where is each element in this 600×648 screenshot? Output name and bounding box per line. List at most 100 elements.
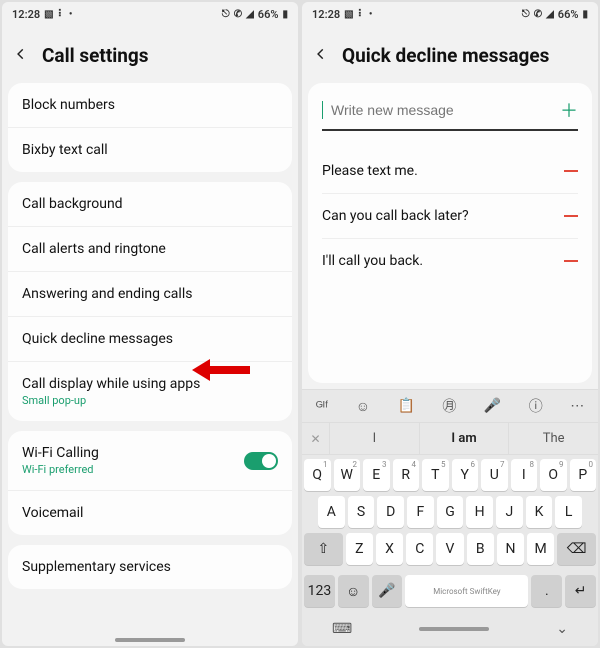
keyboard-bottom-bar: ⌨ ⌄ <box>302 616 598 646</box>
delete-message-icon[interactable] <box>564 170 578 172</box>
phone-quick-decline: 12:28 ▧ ⠇ • ⎋ ✆ ◢ 66% ▮ Quick decline me… <box>302 2 598 646</box>
item-block-numbers[interactable]: Block numbers <box>8 83 292 128</box>
enter-key[interactable]: ↵ <box>565 575 596 607</box>
status-image-icon: ▧ <box>44 9 53 20</box>
key-d[interactable]: D <box>377 496 404 528</box>
key-i[interactable]: I8 <box>511 459 538 491</box>
close-suggestions-icon[interactable]: ✕ <box>302 423 330 454</box>
translate-icon[interactable]: ㊊ <box>442 396 456 416</box>
text-cursor <box>322 101 323 119</box>
status-app-icon: ⠇ <box>58 9 65 20</box>
message-row[interactable]: Can you call back later? <box>322 194 578 239</box>
status-dot-icon: • <box>369 9 373 20</box>
keyboard-switch-icon[interactable]: ⌨ <box>332 621 352 637</box>
item-label: Block numbers <box>22 97 115 113</box>
item-answering-ending[interactable]: Answering and ending calls <box>8 272 292 317</box>
mic-icon[interactable]: 🎤 <box>484 398 501 414</box>
key-j[interactable]: J <box>496 496 523 528</box>
status-time: 12:28 <box>12 8 40 21</box>
wifi-calling-toggle[interactable] <box>244 452 278 470</box>
delete-message-icon[interactable] <box>564 215 578 217</box>
key-w[interactable]: W2 <box>334 459 361 491</box>
battery-percent: 66% <box>258 8 279 21</box>
more-icon[interactable]: ⋯ <box>570 398 584 414</box>
back-icon[interactable] <box>14 45 28 67</box>
key-e[interactable]: E3 <box>363 459 390 491</box>
key-s[interactable]: S <box>348 496 375 528</box>
voice-key[interactable]: 🎤 <box>372 575 403 607</box>
period-key[interactable]: . <box>531 575 562 607</box>
delete-message-icon[interactable] <box>564 260 578 262</box>
gif-icon[interactable]: ᴳᴵᶠ <box>316 398 329 415</box>
settings-icon[interactable]: ⓘ <box>529 396 543 416</box>
key-k[interactable]: K <box>526 496 553 528</box>
signal-icon: ◢ <box>546 9 554 20</box>
key-f[interactable]: F <box>407 496 434 528</box>
key-n[interactable]: N <box>497 533 524 565</box>
key-m[interactable]: M <box>527 533 554 565</box>
key-o[interactable]: O9 <box>540 459 567 491</box>
item-voicemail[interactable]: Voicemail <box>8 491 292 535</box>
new-message-input[interactable] <box>331 102 552 118</box>
item-bixby-text-call[interactable]: Bixby text call <box>8 128 292 172</box>
message-text: Please text me. <box>322 163 418 179</box>
item-call-display[interactable]: Call display while using apps Small pop-… <box>8 362 292 421</box>
item-sublabel: Small pop-up <box>22 394 200 407</box>
item-call-alerts[interactable]: Call alerts and ringtone <box>8 227 292 272</box>
add-message-button[interactable]: ＋ <box>560 97 578 123</box>
space-key[interactable]: Microsoft SwiftKey <box>405 575 528 607</box>
status-app-icon: ⠇ <box>358 9 365 20</box>
settings-group-3: Wi-Fi Calling Wi-Fi preferred Voicemail <box>8 431 292 535</box>
item-quick-decline-messages[interactable]: Quick decline messages <box>8 317 292 362</box>
item-wifi-calling[interactable]: Wi-Fi Calling Wi-Fi preferred <box>8 431 292 491</box>
page-title: Quick decline messages <box>342 44 549 67</box>
keyboard-toolbar: ᴳᴵᶠ ☺ 📋 ㊊ 🎤 ⓘ ⋯ <box>302 389 598 423</box>
item-sublabel: Wi-Fi preferred <box>22 463 99 476</box>
key-b[interactable]: B <box>467 533 494 565</box>
key-p[interactable]: P0 <box>570 459 597 491</box>
key-z[interactable]: Z <box>346 533 373 565</box>
settings-list: Block numbers Bixby text call Call backg… <box>2 83 298 646</box>
suggestion-row: ✕ I I am The <box>302 423 598 455</box>
home-indicator[interactable] <box>115 638 185 642</box>
sticker-icon[interactable]: ☺ <box>356 398 370 415</box>
item-supplementary-services[interactable]: Supplementary services <box>8 545 292 589</box>
clipboard-icon[interactable]: 📋 <box>397 398 414 414</box>
key-r[interactable]: R4 <box>393 459 420 491</box>
status-time: 12:28 <box>312 8 340 21</box>
suggestion-left[interactable]: I <box>330 423 420 454</box>
message-row[interactable]: Please text me. <box>322 149 578 194</box>
key-t[interactable]: T5 <box>422 459 449 491</box>
message-row[interactable]: I'll call you back. <box>322 239 578 283</box>
status-bar: 12:28 ▧ ⠇ • ⎋ ✆ ◢ 66% ▮ <box>302 2 598 26</box>
backspace-key[interactable]: ⌫ <box>557 533 596 565</box>
key-v[interactable]: V <box>436 533 463 565</box>
item-call-background[interactable]: Call background <box>8 182 292 227</box>
key-x[interactable]: X <box>376 533 403 565</box>
keyboard-collapse-icon[interactable]: ⌄ <box>556 621 568 637</box>
status-image-icon: ▧ <box>344 9 353 20</box>
key-y[interactable]: Y6 <box>452 459 479 491</box>
soft-keyboard: ᴳᴵᶠ ☺ 📋 ㊊ 🎤 ⓘ ⋯ ✕ I I am The Q1W2E3R4T5Y… <box>302 389 598 646</box>
key-a[interactable]: A <box>318 496 345 528</box>
page-title: Call settings <box>42 44 149 67</box>
key-h[interactable]: H <box>466 496 493 528</box>
key-g[interactable]: G <box>437 496 464 528</box>
page-header: Call settings <box>2 26 298 83</box>
key-l[interactable]: L <box>555 496 582 528</box>
item-label: Call background <box>22 196 123 212</box>
home-indicator[interactable] <box>419 627 489 631</box>
key-c[interactable]: C <box>406 533 433 565</box>
status-dot-icon: • <box>69 9 73 20</box>
emoji-key[interactable]: ☺ <box>338 575 369 607</box>
numbers-key[interactable]: 123 <box>304 575 335 607</box>
key-q[interactable]: Q1 <box>304 459 331 491</box>
back-icon[interactable] <box>314 45 328 67</box>
vowifi-icon: ✆ <box>234 9 242 20</box>
item-label: Voicemail <box>22 505 83 521</box>
shift-key[interactable]: ⇧ <box>304 533 343 565</box>
item-label: Quick decline messages <box>22 331 173 347</box>
suggestion-right[interactable]: The <box>509 423 598 454</box>
suggestion-mid[interactable]: I am <box>420 423 510 454</box>
key-u[interactable]: U7 <box>481 459 508 491</box>
